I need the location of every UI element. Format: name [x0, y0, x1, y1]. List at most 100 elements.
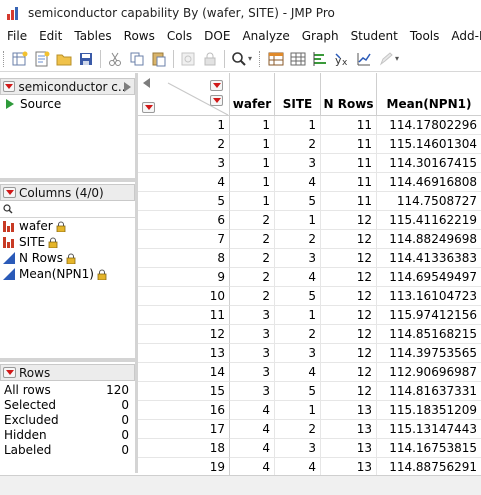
table-cell[interactable]: 4	[230, 401, 275, 420]
table-cell[interactable]: 1	[230, 154, 275, 173]
table-cell[interactable]: 3	[275, 344, 321, 363]
new-script-icon[interactable]	[33, 50, 51, 68]
table-cell[interactable]: 12	[321, 382, 377, 401]
table-cell[interactable]: 12	[321, 325, 377, 344]
column-states-red-triangle-icon[interactable]	[210, 95, 223, 106]
table-cell[interactable]: 13	[321, 458, 377, 475]
table-cell[interactable]: 114.41336383	[377, 249, 481, 268]
table-cell[interactable]: 12	[321, 363, 377, 382]
column-item[interactable]: SITE	[0, 234, 135, 250]
table-cell[interactable]: 1	[230, 192, 275, 211]
menu-analyze[interactable]: Analyze	[236, 29, 295, 43]
row-number[interactable]: 17	[138, 420, 230, 439]
row-number[interactable]: 19	[138, 458, 230, 475]
table-cell[interactable]: 3	[230, 306, 275, 325]
table-cell[interactable]: 11	[321, 154, 377, 173]
column-header[interactable]: N Rows	[321, 73, 377, 116]
table-cell[interactable]: 13	[321, 420, 377, 439]
table-cell[interactable]: 11	[321, 173, 377, 192]
data-table-icon[interactable]	[267, 50, 285, 68]
table-cell[interactable]: 112.90696987	[377, 363, 481, 382]
table-cell[interactable]: 115.14601304	[377, 135, 481, 154]
table-cell[interactable]: 114.39753565	[377, 344, 481, 363]
table-cell[interactable]: 114.46916808	[377, 173, 481, 192]
table-cell[interactable]: 5	[275, 382, 321, 401]
rows-red-triangle-icon[interactable]	[142, 102, 155, 113]
row-number[interactable]: 8	[138, 249, 230, 268]
table-cell[interactable]: 12	[321, 268, 377, 287]
table-cell[interactable]: 2	[230, 211, 275, 230]
table-cell[interactable]: 4	[230, 458, 275, 475]
table-cell[interactable]: 13	[321, 401, 377, 420]
table-cell[interactable]: 11	[321, 192, 377, 211]
row-number[interactable]: 1	[138, 116, 230, 135]
menu-rows[interactable]: Rows	[118, 29, 161, 43]
table-cell[interactable]: 114.81637331	[377, 382, 481, 401]
menu-add-ins[interactable]: Add-Ins	[445, 29, 481, 43]
distribution-icon[interactable]	[311, 50, 329, 68]
table-cell[interactable]: 113.16104723	[377, 287, 481, 306]
column-header[interactable]: Mean(NPN1)	[377, 73, 481, 116]
row-number[interactable]: 6	[138, 211, 230, 230]
table-cell[interactable]: 4	[275, 173, 321, 192]
row-number[interactable]: 4	[138, 173, 230, 192]
new-table-icon[interactable]	[11, 50, 29, 68]
row-number[interactable]: 3	[138, 154, 230, 173]
column-item[interactable]: N Rows	[0, 250, 135, 266]
menu-tools[interactable]: Tools	[404, 29, 446, 43]
source-label[interactable]: Source	[20, 97, 61, 111]
table-cell[interactable]: 12	[321, 211, 377, 230]
row-number[interactable]: 14	[138, 363, 230, 382]
row-number[interactable]: 15	[138, 382, 230, 401]
column-header[interactable]: SITE	[275, 73, 321, 116]
table-cell[interactable]: 3	[230, 382, 275, 401]
collapse-arrow-icon[interactable]	[124, 81, 131, 92]
row-number[interactable]: 7	[138, 230, 230, 249]
menu-file[interactable]: File	[0, 29, 33, 43]
table-cell[interactable]: 2	[230, 268, 275, 287]
table-cell[interactable]: 3	[230, 325, 275, 344]
toolbar-grip[interactable]	[3, 50, 6, 67]
table-cell[interactable]: 114.85168215	[377, 325, 481, 344]
row-number[interactable]: 9	[138, 268, 230, 287]
table-cell[interactable]: 3	[275, 154, 321, 173]
run-script-icon[interactable]	[6, 98, 14, 109]
table-cell[interactable]: 2	[275, 230, 321, 249]
table-cell[interactable]: 12	[321, 230, 377, 249]
lock-icon[interactable]	[201, 50, 219, 68]
toolbar-grip[interactable]	[259, 50, 262, 67]
table-cell[interactable]: 1	[275, 211, 321, 230]
table-name[interactable]: semiconductor c...	[18, 80, 124, 94]
table-cell[interactable]: 4	[275, 268, 321, 287]
table-cell[interactable]: 2	[230, 249, 275, 268]
row-number[interactable]: 11	[138, 306, 230, 325]
row-number[interactable]: 5	[138, 192, 230, 211]
table-cell[interactable]: 1	[275, 306, 321, 325]
copy-icon[interactable]	[128, 50, 146, 68]
column-header[interactable]: wafer	[230, 73, 275, 116]
table-cell[interactable]: 1	[230, 135, 275, 154]
table-cell[interactable]: 4	[230, 439, 275, 458]
table-cell[interactable]: 114.17802296	[377, 116, 481, 135]
table-cell[interactable]: 114.88249698	[377, 230, 481, 249]
table-cell[interactable]: 3	[275, 249, 321, 268]
table-cell[interactable]: 11	[321, 135, 377, 154]
menu-cols[interactable]: Cols	[161, 29, 198, 43]
open-icon[interactable]	[55, 50, 73, 68]
row-number[interactable]: 2	[138, 135, 230, 154]
table-cell[interactable]: 2	[230, 230, 275, 249]
menu-tables[interactable]: Tables	[68, 29, 117, 43]
toolbar-overflow-icon[interactable]: ▾	[395, 54, 403, 63]
column-item[interactable]: Mean(NPN1)	[0, 266, 135, 282]
table-cell[interactable]: 4	[275, 363, 321, 382]
row-number[interactable]: 18	[138, 439, 230, 458]
cut-icon[interactable]	[106, 50, 124, 68]
table-cell[interactable]: 2	[275, 325, 321, 344]
menu-student[interactable]: Student	[345, 29, 404, 43]
table-cell[interactable]: 1	[275, 116, 321, 135]
red-triangle-menu-icon[interactable]	[3, 187, 16, 198]
table-cell[interactable]: 4	[275, 458, 321, 475]
table-cell[interactable]: 114.30167415	[377, 154, 481, 173]
panel-splitter[interactable]	[0, 178, 135, 182]
fit-icon[interactable]: yx	[333, 50, 351, 68]
